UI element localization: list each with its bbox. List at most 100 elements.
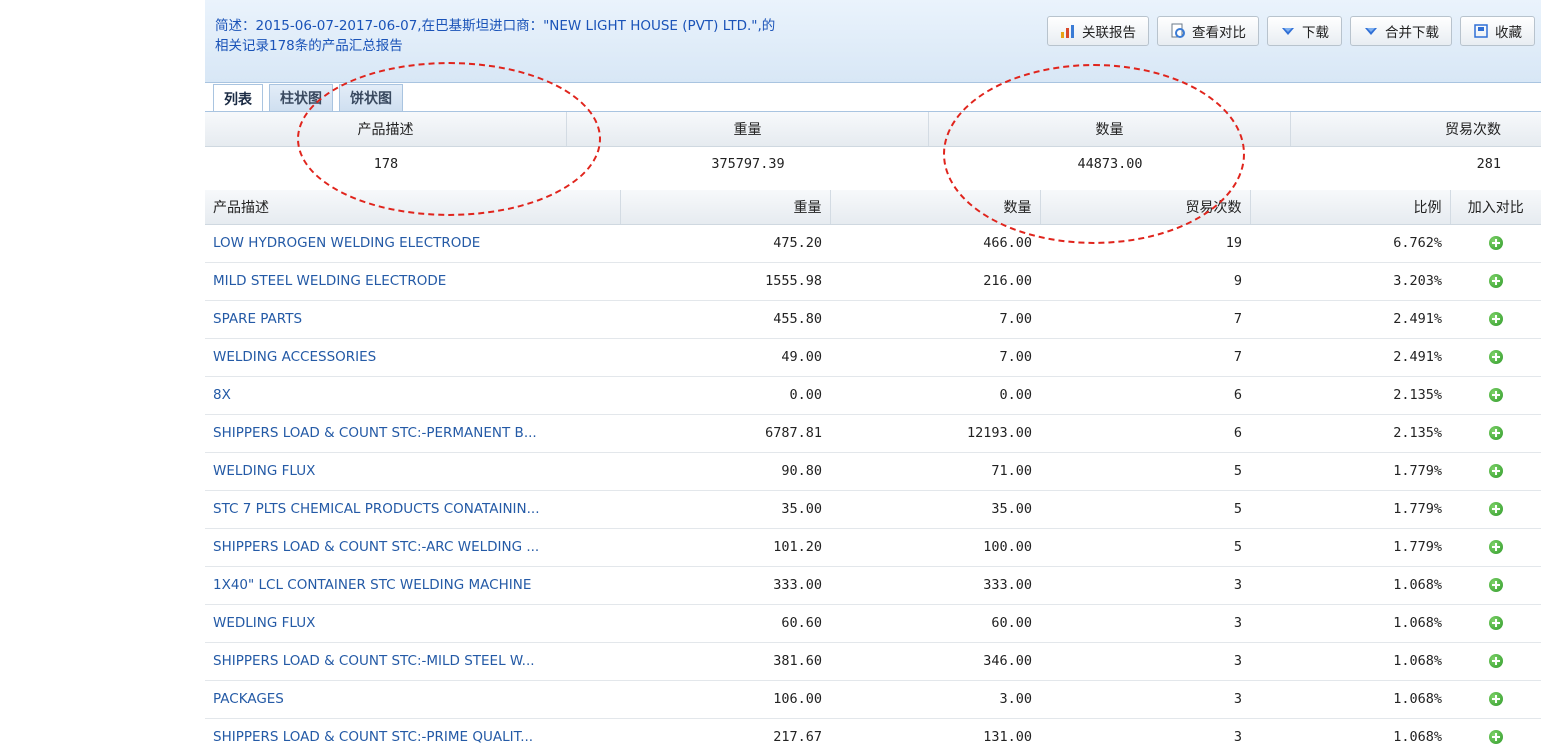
- add-compare-icon[interactable]: [1488, 540, 1503, 554]
- product-link[interactable]: SHIPPERS LOAD & COUNT STC:-PRIME QUALIT.…: [213, 729, 533, 745]
- cell-trades: 3: [1040, 566, 1250, 605]
- product-link[interactable]: 1X40" LCL CONTAINER STC WELDING MACHINE: [213, 577, 531, 593]
- download-icon: [1280, 23, 1296, 39]
- cell-trades: 3: [1040, 642, 1250, 681]
- cell-trades: 3: [1040, 718, 1250, 756]
- add-compare-icon[interactable]: [1488, 502, 1503, 516]
- product-detail-table: 产品描述 重量 数量 贸易次数 比例 加入对比 LOW HYDROGEN WEL…: [205, 190, 1541, 756]
- table-row: WEDLING FLUX 60.60 60.00 3 1.068%: [205, 604, 1541, 643]
- tab-list[interactable]: 列表: [213, 84, 263, 113]
- cell-description: PACKAGES: [205, 680, 620, 719]
- product-link[interactable]: SHIPPERS LOAD & COUNT STC:-ARC WELDING .…: [213, 539, 539, 555]
- tab-bar-chart[interactable]: 柱状图: [269, 84, 333, 111]
- toolbar-button-bookmark[interactable]: 收藏: [1460, 16, 1535, 46]
- cell-description: SHIPPERS LOAD & COUNT STC:-PRIME QUALIT.…: [205, 718, 620, 756]
- cell-add-compare: [1450, 718, 1541, 756]
- cell-description: SHIPPERS LOAD & COUNT STC:-ARC WELDING .…: [205, 528, 620, 567]
- cell-ratio: 1.779%: [1250, 452, 1450, 491]
- add-compare-icon[interactable]: [1488, 464, 1503, 478]
- cell-weight: 90.80: [620, 452, 830, 491]
- add-compare-icon[interactable]: [1488, 236, 1503, 250]
- cell-weight: 333.00: [620, 566, 830, 605]
- cell-description: WEDLING FLUX: [205, 604, 620, 643]
- add-compare-icon[interactable]: [1488, 426, 1503, 440]
- add-compare-icon[interactable]: [1488, 312, 1503, 326]
- toolbar-button-label: 查看对比: [1192, 25, 1246, 41]
- totals-value-description: 178: [373, 156, 399, 172]
- col-header-description[interactable]: 产品描述: [205, 190, 621, 225]
- cell-description: SPARE PARTS: [205, 300, 620, 339]
- tab-pie-chart[interactable]: 饼状图: [339, 84, 403, 111]
- totals-header-trades: 贸易次数: [1445, 122, 1501, 138]
- product-link[interactable]: LOW HYDROGEN WELDING ELECTRODE: [213, 235, 480, 251]
- cell-quantity: 12193.00: [830, 414, 1040, 453]
- cell-trades: 5: [1040, 452, 1250, 491]
- cell-trades: 7: [1040, 338, 1250, 377]
- toolbar-button-chart[interactable]: 关联报告: [1047, 16, 1149, 46]
- cell-ratio: 1.779%: [1250, 490, 1450, 529]
- cell-quantity: 60.00: [830, 604, 1040, 643]
- cell-trades: 6: [1040, 376, 1250, 415]
- chart-icon: [1060, 23, 1076, 39]
- cell-trades: 5: [1040, 528, 1250, 567]
- cell-ratio: 1.068%: [1250, 642, 1450, 681]
- totals-value-row: 178 375797.39 44873.00 281: [205, 147, 1541, 181]
- add-compare-icon[interactable]: [1488, 692, 1503, 706]
- cell-add-compare: [1450, 642, 1541, 681]
- toolbar-button-merge-download[interactable]: 合并下载: [1350, 16, 1452, 46]
- cell-trades: 7: [1040, 300, 1250, 339]
- toolbar-button-label: 收藏: [1495, 25, 1522, 41]
- table-row: WELDING FLUX 90.80 71.00 5 1.779%: [205, 452, 1541, 491]
- product-link[interactable]: WELDING ACCESSORIES: [213, 349, 376, 365]
- product-link[interactable]: MILD STEEL WELDING ELECTRODE: [213, 273, 446, 289]
- product-link[interactable]: 8X: [213, 387, 231, 403]
- cell-quantity: 131.00: [830, 718, 1040, 756]
- cell-add-compare: [1450, 604, 1541, 643]
- add-compare-icon[interactable]: [1488, 578, 1503, 592]
- product-link[interactable]: SPARE PARTS: [213, 311, 302, 327]
- cell-quantity: 3.00: [830, 680, 1040, 719]
- add-compare-icon[interactable]: [1488, 350, 1503, 364]
- table-row: PACKAGES 106.00 3.00 3 1.068%: [205, 680, 1541, 719]
- cell-ratio: 2.135%: [1250, 376, 1450, 415]
- table-row: WELDING ACCESSORIES 49.00 7.00 7 2.491%: [205, 338, 1541, 377]
- cell-add-compare: [1450, 680, 1541, 719]
- toolbar-button-download[interactable]: 下载: [1267, 16, 1342, 46]
- product-link[interactable]: PACKAGES: [213, 691, 284, 707]
- cell-trades: 5: [1040, 490, 1250, 529]
- cell-weight: 381.60: [620, 642, 830, 681]
- product-link[interactable]: WEDLING FLUX: [213, 615, 315, 631]
- cell-ratio: 1.068%: [1250, 680, 1450, 719]
- col-header-ratio[interactable]: 比例: [1250, 190, 1451, 225]
- cell-add-compare: [1450, 376, 1541, 415]
- add-compare-icon[interactable]: [1488, 616, 1503, 630]
- totals-header-row: 产品描述 重量 数量 贸易次数: [205, 112, 1541, 147]
- add-compare-icon[interactable]: [1488, 274, 1503, 288]
- cell-ratio: 1.779%: [1250, 528, 1450, 567]
- product-link[interactable]: SHIPPERS LOAD & COUNT STC:-MILD STEEL W.…: [213, 653, 535, 669]
- add-compare-icon[interactable]: [1488, 388, 1503, 402]
- add-compare-icon[interactable]: [1488, 654, 1503, 668]
- cell-description: LOW HYDROGEN WELDING ELECTRODE: [205, 224, 620, 263]
- product-link[interactable]: STC 7 PLTS CHEMICAL PRODUCTS CONATAININ.…: [213, 501, 540, 517]
- cell-ratio: 1.068%: [1250, 718, 1450, 756]
- table-row: SHIPPERS LOAD & COUNT STC:-PERMANENT B..…: [205, 414, 1541, 453]
- totals-header-weight: 重量: [567, 112, 929, 146]
- report-header: 简述：2015-06-07-2017-06-07,在巴基斯坦进口商："NEW L…: [205, 0, 1541, 83]
- cell-quantity: 466.00: [830, 224, 1040, 263]
- bookmark-icon: [1473, 23, 1489, 39]
- totals-value-trades: 281: [1476, 156, 1501, 172]
- add-compare-icon[interactable]: [1488, 730, 1503, 744]
- product-link[interactable]: WELDING FLUX: [213, 463, 315, 479]
- col-header-trades[interactable]: 贸易次数: [1040, 190, 1251, 225]
- product-link[interactable]: SHIPPERS LOAD & COUNT STC:-PERMANENT B..…: [213, 425, 537, 441]
- cell-quantity: 71.00: [830, 452, 1040, 491]
- col-header-weight[interactable]: 重量: [620, 190, 831, 225]
- toolbar-button-compare[interactable]: 查看对比: [1157, 16, 1259, 46]
- table-row: SPARE PARTS 455.80 7.00 7 2.491%: [205, 300, 1541, 339]
- toolbar-button-label: 下载: [1302, 25, 1329, 41]
- cell-quantity: 35.00: [830, 490, 1040, 529]
- col-header-quantity[interactable]: 数量: [830, 190, 1041, 225]
- cell-weight: 217.67: [620, 718, 830, 756]
- cell-quantity: 7.00: [830, 300, 1040, 339]
